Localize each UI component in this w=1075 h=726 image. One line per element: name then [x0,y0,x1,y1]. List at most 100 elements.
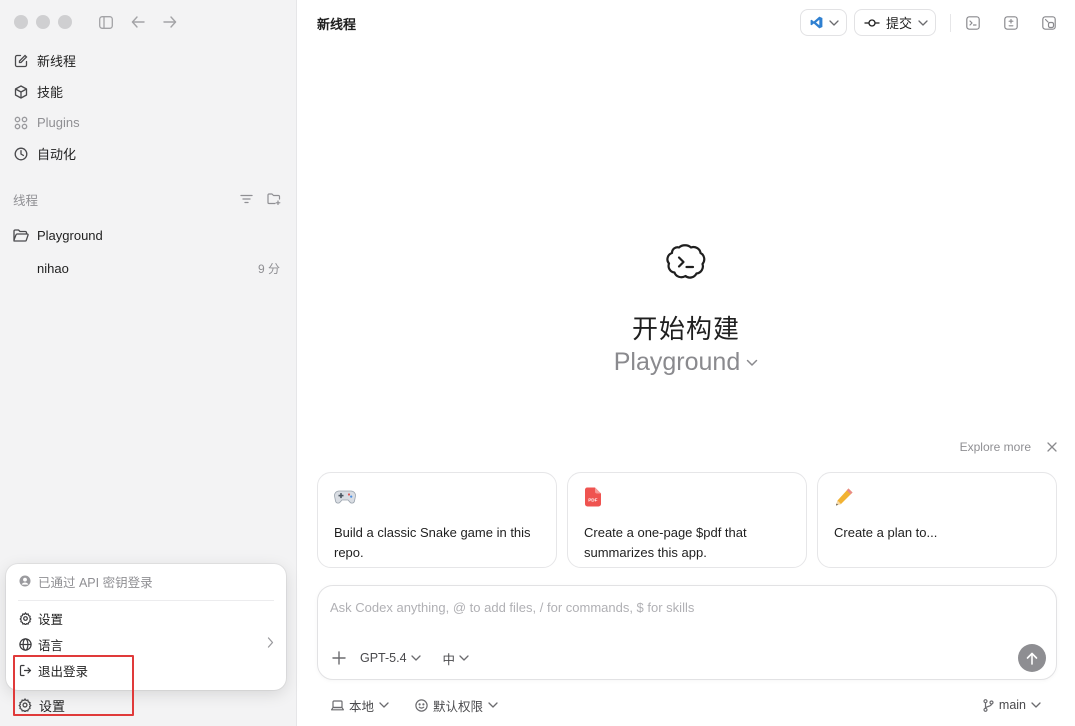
menu-item-logout[interactable]: 退出登录 [18,657,274,683]
explore-more-bar: Explore more [960,440,1057,454]
model-selector[interactable]: GPT-5.4 [360,651,421,665]
hero-title: 开始构建 [631,315,740,345]
project-folder-playground[interactable]: Playground [0,219,296,251]
composer: GPT-5.4 中 [317,585,1057,680]
plus-icon[interactable] [332,651,346,665]
shield-icon [415,698,428,712]
chevron-down-icon [379,702,389,708]
gear-icon [18,611,32,625]
composer-footer: 本地 默认权限 main [331,694,1041,716]
sidebar-item-label: Plugins [37,115,80,130]
menu-item-settings[interactable]: 设置 [18,605,274,631]
environment-label: 本地 [349,699,375,714]
window-controls [14,15,72,29]
filter-icon[interactable] [238,191,254,207]
arrow-up-icon [1026,652,1038,665]
git-branch-icon [983,698,994,712]
menu-item-label: 设置 [38,612,64,627]
thread-title: nihao [37,260,69,276]
suggestion-card-snake[interactable]: Build a classic Snake game in this repo. [317,472,557,568]
project-name: Playground [613,348,741,376]
effort-selector[interactable]: 中 [443,649,470,668]
sidebar-item-automation[interactable]: 自动化 [0,138,296,169]
branch-selector[interactable]: main [983,698,1041,712]
page-title: 新线程 [317,17,357,32]
explore-more-link[interactable]: Explore more [960,440,1031,454]
thread-time: 9 分 [257,261,280,276]
laptop-icon [331,699,344,711]
forward-arrow-icon[interactable] [162,14,178,30]
codex-logo-icon [297,243,1075,283]
sidebar-settings-button[interactable]: 设置 [17,694,65,716]
commit-button[interactable]: 提交 [853,9,936,36]
chevron-down-icon [1031,702,1041,708]
composer-toolbar: GPT-5.4 中 [332,644,1046,672]
hero-section: 开始构建 Playground [297,243,1075,377]
account-status: 已通过 API 密钥登录 [18,564,274,598]
toolbar-divider [950,13,951,32]
sidebar-item-plugins[interactable]: Plugins [0,107,296,138]
sidebar-toggle-icon[interactable] [98,14,114,30]
close-icon[interactable] [1047,442,1057,452]
send-button[interactable] [1018,644,1046,672]
app-window: 新线程 技能 Plugins 自动化 线程 Playground nihao 9… [0,0,1075,726]
pdf-icon: PDF [584,487,790,507]
project-selector[interactable]: Playground [614,348,758,377]
sidebar-item-new-thread[interactable]: 新线程 [0,45,296,76]
branch-label: main [998,698,1026,712]
split-view-icon[interactable] [1041,15,1057,31]
minimize-window-button[interactable] [36,15,50,29]
chevron-down-icon [746,359,758,367]
chevron-down-icon [488,702,498,708]
suggestion-cards: Build a classic Snake game in this repo.… [317,472,1057,568]
zoom-window-button[interactable] [58,15,72,29]
thread-item[interactable]: nihao 9 分 [0,251,296,285]
sidebar-item-skills[interactable]: 技能 [0,76,296,107]
diff-icon[interactable] [1003,15,1019,31]
environment-selector[interactable]: 本地 [331,696,389,715]
cube-icon [13,84,29,100]
card-text: Build a classic Snake game in this repo. [334,525,531,560]
top-toolbar: 提交 [799,9,1057,36]
svg-text:PDF: PDF [588,498,597,503]
menu-item-language[interactable]: 语言 [18,631,274,657]
model-label: GPT-5.4 [360,651,407,665]
titlebar [0,0,296,44]
suggestion-card-pdf[interactable]: PDF Create a one-page $pdf that summariz… [567,472,807,568]
chevron-right-icon [267,637,274,651]
account-status-label: 已通过 API 密钥登录 [38,575,153,590]
settings-label: 设置 [39,698,66,714]
chevron-down-icon [459,655,469,661]
suggestion-card-plan[interactable]: Create a plan to... [817,472,1057,568]
folder-label: Playground [37,227,103,243]
back-arrow-icon[interactable] [130,14,146,30]
permissions-selector[interactable]: 默认权限 [415,696,498,715]
account-menu-popup: 已通过 API 密钥登录 设置 语言 退出登录 [6,564,286,690]
menu-item-label: 退出登录 [38,664,89,679]
new-folder-icon[interactable] [266,191,282,207]
menu-item-label: 语言 [38,638,64,653]
card-text: Create a one-page $pdf that summarizes t… [584,525,747,560]
vscode-icon [810,16,823,29]
menu-divider [18,600,274,601]
card-text: Create a plan to... [834,525,938,540]
close-window-button[interactable] [14,15,28,29]
gear-icon [17,698,32,713]
clock-icon [13,146,29,162]
sidebar-item-label: 技能 [37,85,64,100]
gamepad-icon [334,487,540,507]
folder-open-icon [13,227,30,243]
open-in-editor-button[interactable] [799,9,847,36]
user-icon [18,574,32,588]
sidebar-item-label: 自动化 [37,147,77,162]
main-panel: 新线程 提交 开始构建 Playground Explore more Buil… [297,0,1075,726]
pencil-icon [834,487,1040,507]
sidebar-nav: 新线程 技能 Plugins 自动化 [0,45,296,169]
effort-label: 中 [442,652,456,667]
terminal-icon[interactable] [965,15,981,31]
sidebar-item-label: 新线程 [37,54,77,69]
prompt-input[interactable] [330,600,1030,615]
permissions-label: 默认权限 [433,699,484,714]
chevron-down-icon [918,19,928,26]
compose-icon [13,53,29,69]
